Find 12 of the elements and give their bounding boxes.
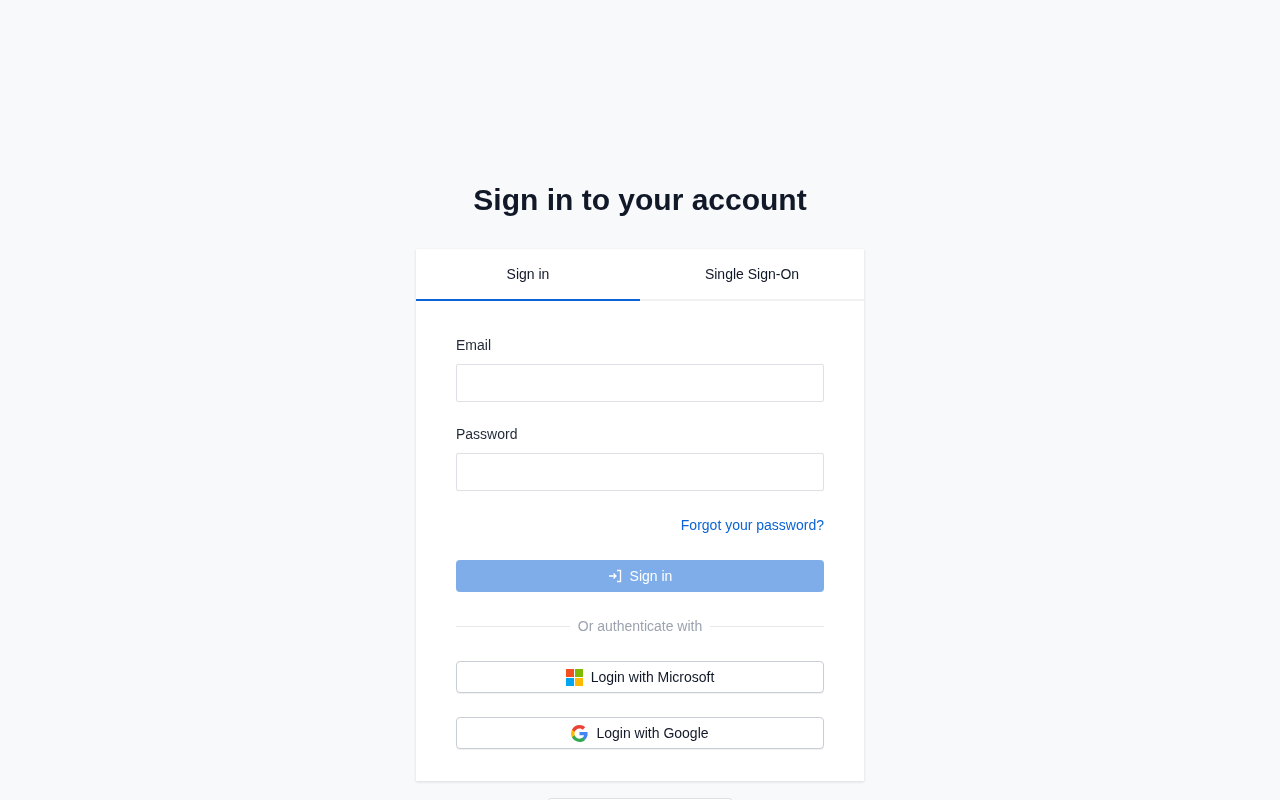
login-provider-button[interactable]: Login with Microsoft xyxy=(456,661,824,693)
email-field[interactable] xyxy=(456,364,824,402)
sign-in-icon xyxy=(607,569,622,583)
four-squares-icon xyxy=(565,668,583,686)
divider-label: Or authenticate with xyxy=(577,617,703,636)
field-label: Password xyxy=(456,425,519,444)
password-field[interactable] xyxy=(456,453,824,491)
field-label: Email xyxy=(456,336,492,355)
forgot-password-link[interactable]: Forgot your password? xyxy=(680,515,824,536)
g-logo-icon xyxy=(571,724,589,742)
login-provider-button[interactable]: Login with Google xyxy=(456,717,824,749)
page-title: Sign in to your account xyxy=(473,182,807,218)
